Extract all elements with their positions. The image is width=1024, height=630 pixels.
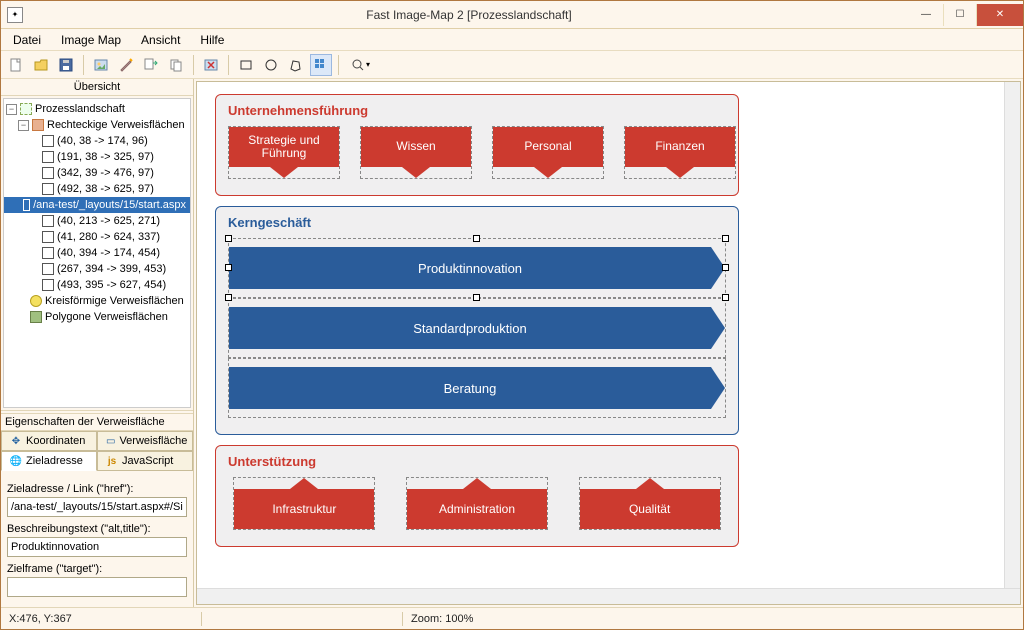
menu-hilfe[interactable]: Hilfe <box>192 31 232 49</box>
area-shape[interactable]: Infrastruktur <box>233 477 375 530</box>
app-icon: ✦ <box>7 7 23 23</box>
tree-group-poly[interactable]: Polygone Verweisflächen <box>4 309 190 325</box>
area-shape[interactable]: Qualität <box>579 477 721 530</box>
status-coords: X:476, Y:367 <box>1 613 201 625</box>
section-title: Kerngeschäft <box>228 215 726 230</box>
desc-label: Beschreibungstext ("alt,title"): <box>7 523 187 535</box>
area-shape[interactable]: Beratung <box>228 358 726 418</box>
desc-input[interactable] <box>7 537 187 557</box>
tree-item-selected[interactable]: /ana-test/_layouts/15/start.aspx <box>4 197 190 213</box>
menubar: Datei Image Map Ansicht Hilfe <box>1 29 1023 51</box>
tab-koordinaten[interactable]: ✥Koordinaten <box>1 431 97 451</box>
area-shape[interactable]: Standardproduktion <box>228 298 726 358</box>
tree-item[interactable]: (267, 394 -> 399, 453) <box>4 261 190 277</box>
menu-ansicht[interactable]: Ansicht <box>133 31 188 49</box>
area-shape[interactable]: Wissen <box>360 126 472 179</box>
minimize-button[interactable]: — <box>909 4 943 26</box>
href-label: Zieladresse / Link ("href"): <box>7 483 187 495</box>
new-icon[interactable] <box>5 54 27 76</box>
horizontal-scrollbar[interactable] <box>197 588 1020 604</box>
area-shape[interactable]: Finanzen <box>624 126 736 179</box>
tree-item[interactable]: (493, 395 -> 627, 454) <box>4 277 190 293</box>
tree-group-rect[interactable]: −Rechteckige Verweisflächen <box>4 117 190 133</box>
section-unternehmensfuehrung: Unternehmensführung Strategie und Führun… <box>215 94 739 196</box>
box-wissen: Wissen <box>361 127 471 167</box>
tree-item[interactable]: (40, 213 -> 625, 271) <box>4 213 190 229</box>
left-panel: Übersicht −Prozesslandschaft −Rechteckig… <box>1 79 194 607</box>
import-image-icon[interactable] <box>90 54 112 76</box>
area-shape[interactable]: Personal <box>492 126 604 179</box>
coords-icon: ✥ <box>10 435 22 447</box>
grid-tool-icon[interactable] <box>310 54 332 76</box>
toolbar: ▾ <box>1 51 1023 79</box>
js-icon: js <box>106 455 118 467</box>
bar-beratung: Beratung <box>229 367 711 409</box>
tree-item[interactable]: (40, 394 -> 174, 454) <box>4 245 190 261</box>
box-infrastruktur: Infrastruktur <box>234 489 374 529</box>
section-title: Unterstützung <box>228 454 726 469</box>
wizard-icon[interactable] <box>115 54 137 76</box>
titlebar: ✦ Fast Image-Map 2 [Prozesslandschaft] —… <box>1 1 1023 29</box>
box-personal: Personal <box>493 127 603 167</box>
tab-javascript[interactable]: jsJavaScript <box>97 451 193 471</box>
circle-tool-icon[interactable] <box>260 54 282 76</box>
delete-icon[interactable] <box>200 54 222 76</box>
window-title: Fast Image-Map 2 [Prozesslandschaft] <box>29 8 909 22</box>
save-icon[interactable] <box>55 54 77 76</box>
area-icon: ▭ <box>106 435 115 447</box>
tree-root[interactable]: −Prozesslandschaft <box>4 101 190 117</box>
area-shape[interactable]: Administration <box>406 477 548 530</box>
tree-item[interactable]: (41, 280 -> 624, 337) <box>4 229 190 245</box>
tree-group-circle[interactable]: Kreisförmige Verweisflächen <box>4 293 190 309</box>
target-input[interactable] <box>7 577 187 597</box>
export-icon[interactable] <box>140 54 162 76</box>
canvas[interactable]: Unternehmensführung Strategie und Führun… <box>197 82 1020 588</box>
properties-header: Eigenschaften der Verweisfläche <box>1 414 193 431</box>
target-label: Zielframe ("target"): <box>7 563 187 575</box>
tree-item[interactable]: (492, 38 -> 625, 97) <box>4 181 190 197</box>
zoom-icon[interactable]: ▾ <box>345 54 375 76</box>
rect-tool-icon[interactable] <box>235 54 257 76</box>
tree-item[interactable]: (191, 38 -> 325, 97) <box>4 149 190 165</box>
menu-datei[interactable]: Datei <box>5 31 49 49</box>
href-input[interactable] <box>7 497 187 517</box>
bar-standardproduktion: Standardproduktion <box>229 307 711 349</box>
box-qualitaet: Qualität <box>580 489 720 529</box>
status-zoom: Zoom: 100% <box>403 613 481 625</box>
vertical-scrollbar[interactable] <box>1004 82 1020 588</box>
section-title: Unternehmensführung <box>228 103 726 118</box>
statusbar: X:476, Y:367 Zoom: 100% <box>1 607 1023 629</box>
section-unterstuetzung: Unterstützung Infrastruktur Administrati… <box>215 445 739 547</box>
area-shape[interactable]: Strategie und Führung <box>228 126 340 179</box>
copy-icon[interactable] <box>165 54 187 76</box>
maximize-button[interactable]: ☐ <box>943 4 977 26</box>
tab-verweisflaeche[interactable]: ▭Verweisfläche <box>97 431 193 451</box>
globe-icon: 🌐 <box>10 455 22 467</box>
box-strategie: Strategie und Führung <box>229 127 339 167</box>
tree-item[interactable]: (342, 39 -> 476, 97) <box>4 165 190 181</box>
section-kerngeschaeft: Kerngeschäft Produktinnovation Standardp… <box>215 206 739 435</box>
tree-item[interactable]: (40, 38 -> 174, 96) <box>4 133 190 149</box>
box-administration: Administration <box>407 489 547 529</box>
tree-view[interactable]: −Prozesslandschaft −Rechteckige Verweisf… <box>3 98 191 408</box>
bar-produktinnovation: Produktinnovation <box>229 247 711 289</box>
properties-panel: Eigenschaften der Verweisfläche ✥Koordin… <box>1 414 193 607</box>
poly-tool-icon[interactable] <box>285 54 307 76</box>
open-icon[interactable] <box>30 54 52 76</box>
overview-header: Übersicht <box>1 79 193 96</box>
close-button[interactable]: ✕ <box>977 4 1023 26</box>
area-shape-selected[interactable]: Produktinnovation <box>228 238 726 298</box>
tab-zieladresse[interactable]: 🌐Zieladresse <box>1 451 97 471</box>
menu-imagemap[interactable]: Image Map <box>53 31 129 49</box>
box-finanzen: Finanzen <box>625 127 735 167</box>
canvas-area: Unternehmensführung Strategie und Führun… <box>196 81 1021 605</box>
app-window: ✦ Fast Image-Map 2 [Prozesslandschaft] —… <box>0 0 1024 630</box>
